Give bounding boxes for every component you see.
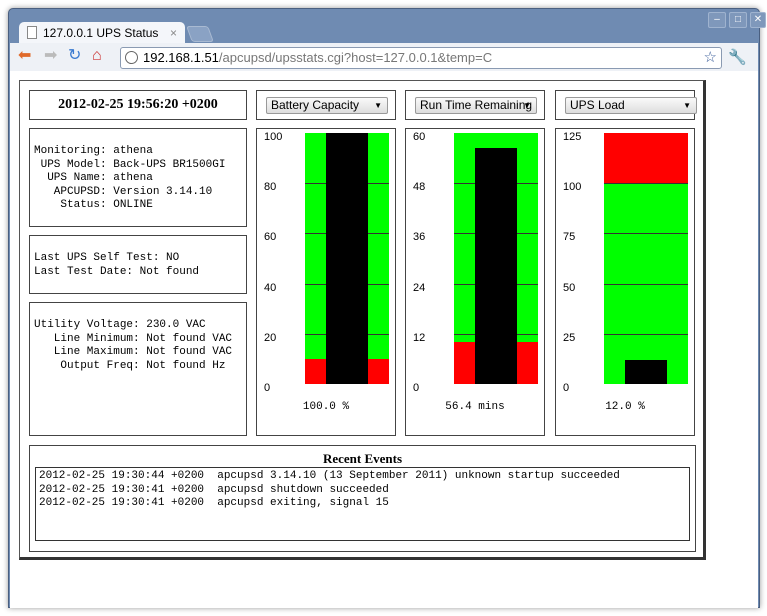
dropdown-arrow-icon: ▼	[374, 101, 382, 110]
dropdown-arrow-icon: ▼	[683, 101, 691, 110]
gauge-bar	[454, 133, 538, 384]
minimize-button[interactable]: –	[708, 12, 726, 28]
gauge: 125 100 75 50 25 0 12.0 %	[555, 128, 695, 436]
self-test-line: Last UPS Self Test: NO	[34, 252, 180, 264]
voltage-line: Utility Voltage: 230.0 VAC	[34, 319, 206, 331]
gauge-select[interactable]: UPS Load ▼	[565, 97, 697, 114]
info-line: Status: ONLINE	[34, 199, 153, 211]
gauge-tick-label: 48	[413, 181, 426, 194]
ups-status-page: 2012-02-25 19:56:20 +0200 Monitoring: at…	[19, 80, 706, 560]
gauge-gridline	[604, 233, 688, 235]
gauge-bar	[305, 133, 389, 384]
datetime: 2012-02-25 19:56:20 +0200	[29, 90, 247, 120]
close-tab-icon[interactable]: ×	[170, 22, 177, 44]
gauge-select-box: Battery Capacity ▼	[256, 90, 396, 120]
info-line: UPS Name: athena	[34, 172, 153, 184]
gauge-tick-label: 20	[264, 331, 277, 344]
gauge-gridline	[604, 333, 688, 335]
gauge-tick-label: 24	[413, 281, 426, 294]
maximize-button[interactable]: □	[729, 12, 747, 28]
toolbar: ⬅ ➡ ↻ ⌂ 192.168.1.51/apcupsd/upsstats.cg…	[10, 43, 758, 71]
self-test-box: Last UPS Self Test: NO Last Test Date: No…	[29, 235, 247, 294]
gauge-tick-label: 12	[413, 331, 426, 344]
gauge-tick-label: 50	[563, 281, 576, 294]
gauge-tick-label: 40	[264, 281, 277, 294]
page-icon	[27, 26, 37, 39]
tab-title: 127.0.0.1 UPS Status	[43, 26, 159, 40]
voltage-line: Line Minimum: Not found VAC	[34, 332, 233, 345]
events-textarea[interactable]: 2012-02-25 19:30:44 +0200 apcupsd 3.14.1…	[35, 467, 690, 541]
gauge-tick-label: 0	[413, 382, 420, 394]
gauge-tick-label: 100	[563, 181, 582, 194]
gauge-select[interactable]: Run Time Remaining ▼	[415, 97, 537, 114]
gauge-tick-label: 36	[413, 231, 426, 244]
gauge-tick-label: 75	[563, 231, 576, 244]
event-line: 2012-02-25 19:30:44 +0200 apcupsd 3.14.1…	[39, 470, 620, 482]
info-line: UPS Model: Back-UPS BR1500GI	[34, 158, 226, 171]
gauge-tick-label: 80	[264, 181, 277, 194]
home-icon[interactable]: ⌂	[92, 48, 102, 64]
recent-events-title: Recent Events	[322, 451, 403, 466]
voltage-box: Utility Voltage: 230.0 VAC Line Minimum:…	[29, 302, 247, 436]
gauge-tick-label: 60	[264, 231, 277, 244]
url-host: 192.168.1.51	[143, 50, 219, 65]
gauge-tick-label: 0	[264, 382, 271, 394]
gauge-value-bar	[326, 133, 368, 384]
url-path: /apcupsd/upsstats.cgi?host=127.0.0.1&tem…	[218, 50, 493, 65]
gauge-select-value: UPS Load	[570, 98, 625, 112]
gauge-tick-label: 25	[563, 331, 576, 344]
gauge-value-bar	[625, 359, 667, 384]
wrench-icon[interactable]: 🔧	[728, 48, 747, 66]
gauge-select-value: Battery Capacity	[271, 98, 360, 112]
gauge-select-box: Run Time Remaining ▼	[405, 90, 545, 120]
gauge-bar	[604, 133, 688, 384]
gauge-value-label: 100.0 %	[302, 401, 350, 413]
gauge: 60 48 36 24 12 0 56.4 mins	[405, 128, 545, 436]
gauge-gridline	[604, 183, 688, 185]
gauge-tick-label: 60	[413, 131, 426, 143]
gauge-select-value: Run Time Remaining	[420, 98, 533, 112]
close-window-button[interactable]: ✕	[750, 12, 766, 28]
gauge-value-label: 12.0 %	[605, 401, 645, 413]
globe-icon	[125, 51, 138, 64]
gauge-gridline	[604, 283, 688, 285]
gauge-select[interactable]: Battery Capacity ▼	[266, 97, 388, 114]
browser-tab[interactable]: 127.0.0.1 UPS Status ×	[19, 22, 185, 44]
info-line: APCUPSD: Version 3.14.10	[34, 185, 213, 198]
back-icon[interactable]: ⬅	[18, 48, 31, 64]
gauge-select-box: UPS Load ▼	[555, 90, 697, 120]
voltage-line: Output Freq: Not found Hz	[34, 359, 226, 372]
gauge-tick-label: 0	[563, 382, 570, 394]
gauge-value-label: 56.4 mins	[445, 401, 505, 413]
gauge-tick-label: 100	[264, 131, 283, 143]
voltage-line: Line Maximum: Not found VAC	[34, 346, 233, 358]
address-bar[interactable]: 192.168.1.51/apcupsd/upsstats.cgi?host=1…	[120, 47, 722, 69]
dropdown-arrow-icon: ▼	[523, 101, 531, 110]
new-tab-button[interactable]	[186, 26, 214, 42]
info-line: Monitoring: athena	[34, 145, 153, 157]
bookmark-star-icon[interactable]: ☆	[704, 48, 717, 68]
recent-events-box: Recent Events 2012-02-25 19:30:44 +0200 …	[29, 445, 696, 552]
gauge: 100 80 60 40 20 0 100.0 %	[256, 128, 396, 436]
ups-info-box: Monitoring: athena UPS Model: Back-UPS B…	[29, 128, 247, 227]
gauge-zone-red	[604, 133, 688, 184]
forward-icon[interactable]: ➡	[44, 48, 57, 64]
gauge-tick-label: 125	[563, 131, 582, 143]
reload-icon[interactable]: ↻	[68, 48, 81, 64]
gauge-value-bar	[475, 148, 517, 384]
event-line: 2012-02-25 19:30:41 +0200 apcupsd shutdo…	[39, 483, 389, 496]
event-line: 2012-02-25 19:30:41 +0200 apcupsd exitin…	[39, 497, 389, 509]
self-test-line: Last Test Date: Not found	[34, 265, 200, 278]
